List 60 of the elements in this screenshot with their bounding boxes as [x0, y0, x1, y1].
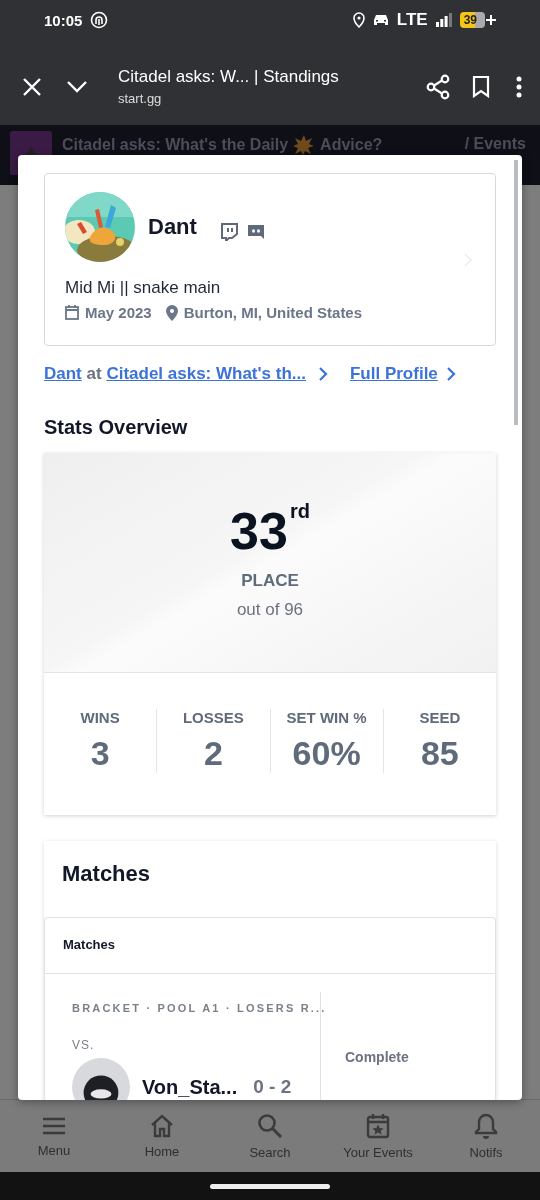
- opponent-name: Von_Sta...: [142, 1075, 238, 1099]
- location-pin-icon: [165, 304, 178, 321]
- more-menu-button[interactable]: [516, 75, 522, 98]
- placement-label: PLACE: [241, 571, 299, 591]
- calendar-icon: [65, 305, 79, 320]
- event-link-text: Dant at Citadel asks: What's th...: [44, 364, 306, 384]
- nav-tab[interactable]: Home: [108, 1100, 216, 1172]
- section-title: Matches: [62, 861, 152, 887]
- clock-time: 10:05: [44, 11, 83, 29]
- car-icon: [372, 14, 389, 26]
- player-bio: Mid Mi || snake main: [65, 278, 222, 298]
- stat-label: LOSSES: [182, 709, 244, 726]
- event-title: Advice?: [320, 136, 383, 154]
- collapse-button[interactable]: [66, 79, 88, 94]
- home-indicator[interactable]: [210, 1183, 330, 1189]
- fingerprint-icon: [90, 11, 109, 29]
- twitch-icon: [219, 223, 238, 241]
- full-profile-link[interactable]: Full Profile: [349, 364, 438, 384]
- join-date: May 2023: [85, 304, 152, 321]
- explosion-icon: [294, 135, 315, 155]
- placement-value: 33$^{rd}$: [230, 505, 310, 557]
- player-link[interactable]: Dant: [44, 364, 82, 383]
- chevron-right-icon: [445, 367, 456, 381]
- network-type: LTE: [396, 10, 428, 30]
- bookmark-button[interactable]: [472, 75, 490, 98]
- location-pin-icon: [352, 12, 365, 28]
- search-icon: [257, 1112, 283, 1139]
- event-title: Citadel asks: What's the Daily: [62, 136, 289, 154]
- share-button[interactable]: [426, 73, 450, 100]
- discord-icon: [246, 223, 265, 241]
- stat-value: 3: [90, 734, 110, 773]
- player-name: Dant: [148, 214, 197, 240]
- nav-tab[interactable]: Search: [216, 1100, 324, 1172]
- stat-label: SEED: [419, 709, 461, 726]
- events-nav-link[interactable]: / Events: [464, 131, 526, 153]
- stat-value: 60%: [292, 734, 361, 773]
- page-url: start.gg: [118, 91, 163, 106]
- stat-label: WINS: [80, 709, 120, 726]
- chevron-right-icon: [317, 367, 328, 381]
- calendar-icon: [366, 1112, 390, 1139]
- page-title: Citadel asks: W... | Standings: [118, 67, 340, 87]
- charging-icon: [486, 15, 496, 25]
- table-header: Matches: [45, 918, 495, 974]
- entrant-count: out of 96: [236, 600, 304, 620]
- nav-tab[interactable]: Notifs: [432, 1100, 540, 1172]
- event-link[interactable]: Citadel asks: What's th...: [106, 364, 306, 383]
- player-location: Burton, MI, United States: [183, 304, 363, 321]
- section-title: Stats Overview: [44, 416, 189, 439]
- nav-tab[interactable]: Menu: [0, 1100, 108, 1172]
- stat-value: 2: [203, 734, 223, 773]
- stat-value: 85: [420, 734, 459, 773]
- home-icon: [149, 1113, 175, 1138]
- match-status: Complete: [345, 1049, 409, 1065]
- nav-tab[interactable]: Your Events: [324, 1100, 432, 1172]
- match-score: 0 - 2: [253, 1076, 292, 1098]
- stat-label: SET WIN %: [286, 709, 367, 726]
- versus-label: VS.: [72, 1038, 96, 1052]
- close-button[interactable]: [22, 76, 42, 97]
- signal-icon: [435, 13, 452, 27]
- bell-icon: [474, 1112, 498, 1139]
